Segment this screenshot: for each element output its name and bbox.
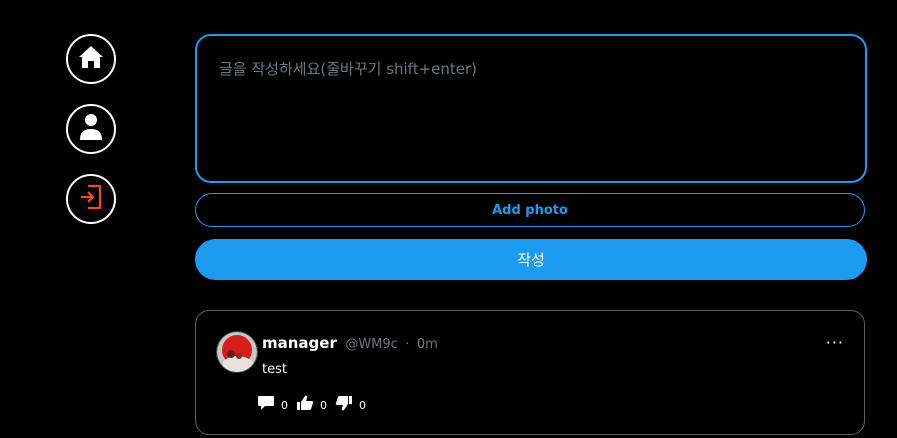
tweet-input[interactable] xyxy=(197,36,865,181)
author-name[interactable]: manager xyxy=(262,334,337,352)
avatar[interactable] xyxy=(216,331,258,373)
nav-home-button[interactable] xyxy=(66,34,116,84)
logout-icon xyxy=(79,184,103,214)
nav-profile-button[interactable] xyxy=(66,104,116,154)
post-time: 0m xyxy=(416,337,438,352)
submit-label: 작성 xyxy=(517,251,545,269)
thumbs-up-icon xyxy=(296,395,314,415)
home-icon xyxy=(78,45,104,73)
like-button[interactable]: 0 xyxy=(296,395,327,415)
add-photo-button[interactable]: Add photo xyxy=(195,193,865,227)
post-card: manager @WM9c · 0m ··· test 0 0 0 xyxy=(195,310,865,435)
user-icon xyxy=(79,113,103,145)
dislike-count: 0 xyxy=(359,398,366,412)
nav-logout-button[interactable] xyxy=(66,174,116,224)
thumbs-down-icon xyxy=(335,395,353,415)
more-icon: ··· xyxy=(825,333,844,352)
comment-button[interactable]: 0 xyxy=(257,395,288,415)
like-count: 0 xyxy=(320,398,327,412)
post-author: manager @WM9c · 0m xyxy=(262,334,438,352)
more-options-button[interactable]: ··· xyxy=(826,333,844,352)
comment-count: 0 xyxy=(281,398,288,412)
post-text: test xyxy=(262,362,287,377)
author-handle: @WM9c xyxy=(345,337,398,352)
dislike-button[interactable]: 0 xyxy=(335,395,366,415)
tweet-composer xyxy=(195,34,867,183)
meta-separator: · xyxy=(405,337,410,352)
submit-button[interactable]: 작성 xyxy=(195,239,867,280)
comment-icon xyxy=(257,395,275,415)
post-actions: 0 0 0 xyxy=(257,395,374,415)
add-photo-label: Add photo xyxy=(492,202,568,218)
